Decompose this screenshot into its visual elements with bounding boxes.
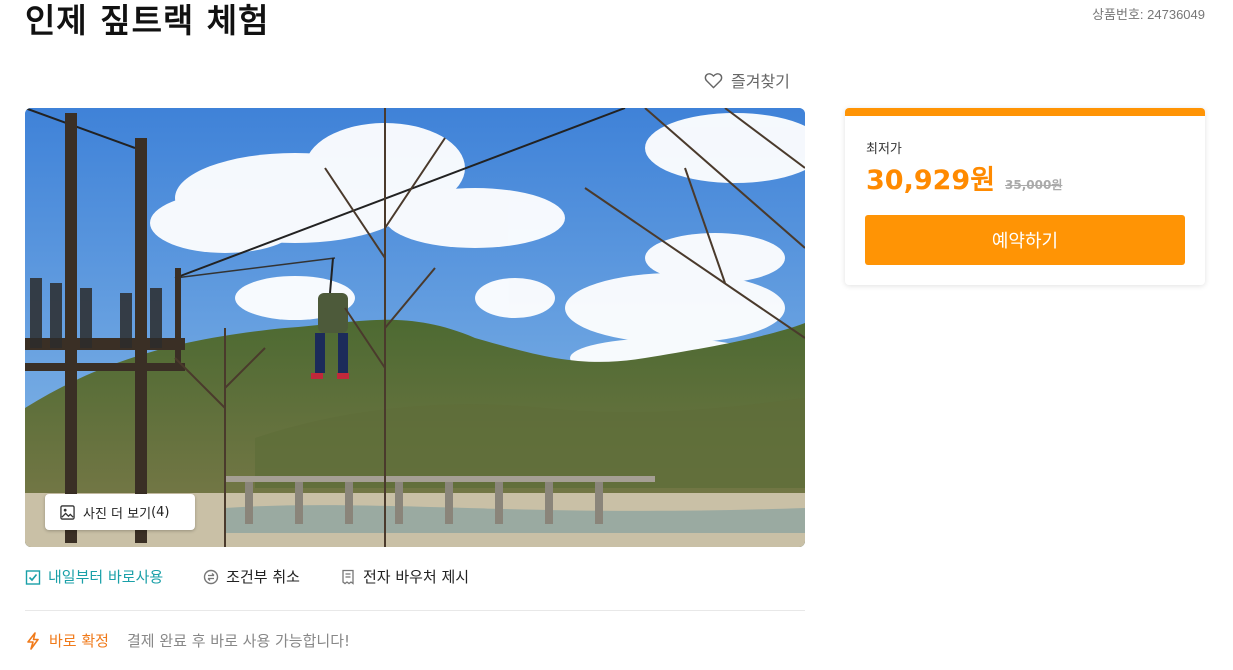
price-card-accent-bar [845, 108, 1205, 116]
confirmation-label: 바로 확정 [49, 632, 109, 650]
more-photos-label: 사진 더 보기 [83, 506, 152, 522]
photo-count: (4) [151, 504, 170, 520]
feature-label: 전자 바우처 제시 [362, 568, 470, 586]
feature-label: 내일부터 바로사용 [48, 568, 164, 586]
receipt-icon [342, 569, 354, 585]
book-button[interactable]: 예약하기 [865, 215, 1185, 265]
exchange-circle-icon [203, 569, 219, 584]
calendar-check-icon [25, 569, 41, 585]
price-card: 최저가 30,929원 35,000원 예약하기 [845, 108, 1205, 285]
image-icon [60, 504, 75, 520]
feature-conditional-cancel: 조건부 취소 [203, 566, 300, 587]
sale-price: 30,929원 [866, 165, 996, 196]
original-price: 35,000원 [1005, 178, 1063, 192]
feature-use-from-tomorrow: 내일부터 바로사용 [25, 566, 163, 587]
divider [25, 610, 805, 611]
heart-outline-icon [704, 72, 723, 88]
favorite-button[interactable]: 즐겨찾기 [704, 68, 790, 92]
confirmation-description: 결제 완료 후 바로 사용 가능합니다! [126, 632, 351, 650]
lowest-price-label: 최저가 [866, 142, 902, 157]
instant-confirmation: 바로 확정 결제 완료 후 바로 사용 가능합니다! [25, 630, 350, 651]
feature-label: 조건부 취소 [226, 568, 300, 586]
price-row: 30,929원 35,000원 [866, 158, 1062, 197]
product-number: 상품번호: 24736049 [1092, 7, 1205, 22]
zipline-photo [25, 108, 805, 547]
page-title: 인제 짚트랙 체험 [25, 1, 270, 40]
product-hero-image[interactable] [25, 108, 805, 547]
feature-e-voucher: 전자 바우처 제시 [340, 566, 469, 587]
feature-list: 내일부터 바로사용 조건부 취소 전자 바우처 제시 [25, 566, 805, 587]
more-photos-button[interactable]: 사진 더 보기 (4) [45, 494, 195, 530]
favorite-label: 즐겨찾기 [731, 72, 790, 91]
lightning-icon [27, 631, 39, 650]
